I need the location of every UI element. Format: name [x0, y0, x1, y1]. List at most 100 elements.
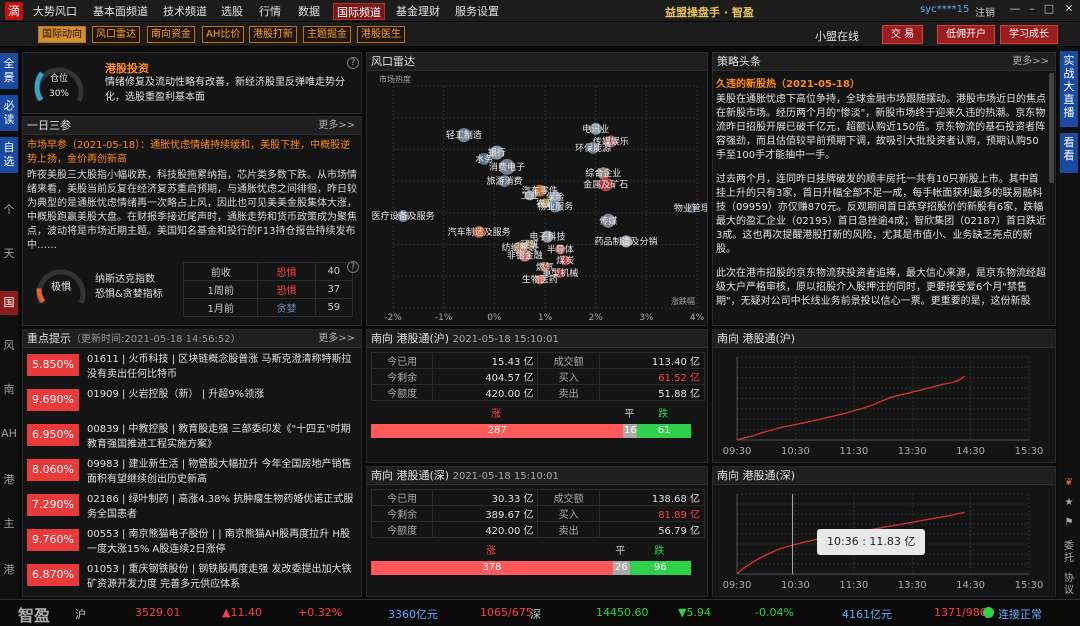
nav-intl[interactable]: 国	[0, 291, 18, 315]
nav-must-read[interactable]: 必读	[0, 95, 18, 131]
up-bar: 378	[371, 561, 613, 575]
menu-item[interactable]: 基金理财	[393, 3, 443, 20]
gauge-value: 30%	[48, 89, 69, 99]
alert-item[interactable]: 8.060% 09983 | 建业新生活 | 物管股大幅拉升 今年全国房地产销售面…	[27, 457, 361, 489]
nav-item[interactable]: 港	[0, 563, 18, 577]
down-label: 跌	[654, 546, 665, 557]
daily-headline[interactable]: 市场早参（2021-05-18）：通胀忧虑情绪持续缓和，美股下挫，中概股逆势上扬…	[27, 139, 359, 167]
cell-label: 今剩余	[370, 368, 434, 385]
sh-amount: 3360亿元	[388, 608, 438, 621]
bubble-label: 传媒	[599, 215, 617, 227]
entrust-button[interactable]: 委托	[1061, 541, 1077, 565]
title-bar: 滴 大势风口 基本面频道 技术频道 选股 行情 数据 国际频道 基金理财 服务设…	[0, 0, 1080, 22]
alert-item[interactable]: 6.870% 01053 | 重庆钢铁股份 | 钢铁股再度走强 发改委提出加大铁矿…	[27, 562, 361, 594]
nav-item[interactable]: 个	[0, 203, 18, 217]
minimize-icon[interactable]: –	[1025, 2, 1039, 16]
menu-item[interactable]: 行情	[256, 3, 284, 20]
menu-item[interactable]: 选股	[218, 3, 246, 20]
tab-radar[interactable]: 风口雷达	[92, 26, 140, 43]
menu-item-active[interactable]: 国际频道	[333, 3, 385, 20]
news-paragraph: 美股在通胀忧虑下高位争持，全球金融市场跟随摆动。港股市场近日的焦点在新股市场。经…	[716, 94, 1046, 161]
cell-label: 买入	[537, 368, 600, 385]
menu-item[interactable]: 服务设置	[452, 3, 502, 20]
menu-item[interactable]: 大势风口	[30, 3, 80, 20]
help-icon[interactable]: ?	[347, 57, 359, 69]
alert-text: 02186 | 绿叶制药 | 高涨4.38% 抗肿瘤生物药婚优诺正式服务全国患者	[87, 494, 354, 520]
maximize-icon[interactable]: □	[1042, 2, 1056, 16]
hk-invest-panel: 仓位 30% 港股投资 情绪修复及流动性略有改善，新经济股里反弹唯走势分化，选股…	[22, 52, 362, 114]
star-icon[interactable]: ★	[1061, 497, 1077, 509]
alerts-header: 重点提示（更新时间:2021-05-18 14:56:52） 更多>>	[23, 330, 361, 348]
hk-invest-title[interactable]: 港股投资	[105, 60, 149, 76]
strategy-header: 策略头条 更多>>	[713, 53, 1055, 71]
connection-status: 连接正常	[998, 608, 1042, 621]
bubble-label: 汽车制造及服务	[448, 226, 511, 238]
menu-item[interactable]: 技术频道	[160, 3, 210, 20]
sh-connect-title: 南向 港股通(沪)	[371, 332, 450, 345]
fear-row-value: 59	[314, 298, 354, 317]
sh-chart-title: 南向 港股通(沪)	[717, 332, 796, 345]
live-stream-button[interactable]: 实战大直播	[1060, 51, 1078, 127]
online-service[interactable]: 小盟在线	[815, 28, 859, 44]
bubble-label: 旅游消费	[486, 175, 522, 187]
more-link[interactable]: 更多>>	[1012, 53, 1049, 71]
radar-chart[interactable]: -2% -1% 0% 1% 2% 3% 4%市场热度涨跌幅轻工制造电讯业传媒娱乐环保能源银行…	[367, 72, 707, 325]
news-title[interactable]: 久违的新股热（2021-05-18）	[716, 78, 1046, 92]
alert-item[interactable]: 9.690% 01909 | 火岩控股（新） | 升超9%领涨	[27, 387, 361, 419]
nav-item[interactable]: 风	[0, 339, 18, 353]
news-body: 美股在通胀忧虑下高位争持，全球金融市场跟随摆动。港股市场近日的焦点在新股市场。经…	[716, 93, 1046, 323]
nav-item[interactable]: 港	[0, 473, 18, 487]
menu-item[interactable]: 基本面频道	[90, 3, 151, 20]
sh-line-chart[interactable]: 09:30 10:30 11:30 13:30 14:30 15:30	[713, 349, 1055, 462]
scrollbar[interactable]	[1049, 73, 1054, 183]
more-link[interactable]: 更多>>	[318, 117, 355, 135]
radar-panel: 风口雷达 -2% -1% 0% 1% 2% 3% 4% 市场热度 涨跌幅 轻工制造 电讯业 传媒娱乐环…	[366, 52, 708, 326]
tab-ipo[interactable]: 港股打新	[249, 26, 297, 43]
nav-item[interactable]: 主	[0, 517, 18, 531]
flag-icon[interactable]: ⚑	[1061, 517, 1077, 529]
x-tick: 3%	[639, 313, 654, 323]
x-tick: -2%	[384, 313, 402, 323]
alert-item[interactable]: 7.290% 02186 | 绿叶制药 | 高涨4.38% 抗肿瘤生物药婚优诺正式…	[27, 492, 361, 524]
more-link[interactable]: 更多>>	[318, 330, 355, 348]
cell-label: 今剩余	[370, 505, 434, 522]
learn-button[interactable]: 学习成长	[1000, 25, 1058, 44]
table-row: 今已用 30.33 亿成交额 138.68 亿	[370, 489, 706, 506]
help-icon[interactable]: ?	[347, 261, 359, 273]
tab-southbound[interactable]: 南向资金	[147, 26, 195, 43]
table-row: 1月前 贪婪 59	[182, 298, 354, 317]
close-icon[interactable]: ✕	[1062, 2, 1076, 16]
protocol-button[interactable]: 协议	[1061, 573, 1077, 597]
fear-table: 前收 恐惧 40 1周前 恐惧 37 1月前 贪婪 59	[182, 262, 354, 317]
nav-watchlist[interactable]: 自选	[0, 137, 18, 173]
trade-button[interactable]: 交 易	[882, 25, 924, 44]
alert-item[interactable]: 9.760% 00553 | 南京熊猫电子股份 | | 南京熊猫AH股再度拉升 H…	[27, 527, 361, 559]
bubble-label: 生物医药	[522, 273, 558, 285]
nav-overview[interactable]: 全景	[0, 53, 18, 89]
sh-index[interactable]: 3529.01	[135, 606, 181, 619]
menu-item[interactable]: 数据	[295, 3, 323, 20]
sz-index[interactable]: 14450.60	[596, 606, 649, 619]
bubble-label: 医疗设备及服务	[372, 210, 435, 222]
menu-icon[interactable]: —	[1008, 2, 1022, 16]
fear-row-label: 1月前	[182, 298, 259, 317]
alert-item[interactable]: 6.950% 00839 | 中教控股 | 教育股走强 三部委印发《"十四五"时期…	[27, 422, 361, 454]
nav-item[interactable]: 南	[0, 383, 18, 397]
watch-button[interactable]: 看看	[1060, 133, 1078, 173]
nav-item[interactable]: 天	[0, 247, 18, 261]
bubble-label: 建筑	[521, 239, 539, 251]
tab-doctor[interactable]: 港股医生	[357, 26, 405, 43]
username[interactable]: syc****15	[920, 4, 969, 15]
flame-icon[interactable]: ❦	[1061, 477, 1077, 489]
fear-title: 纳斯达克指数 恐惧&贪婪指标	[95, 272, 163, 302]
alert-pct: 6.870%	[27, 564, 79, 586]
alert-item[interactable]: 5.850% 01611 | 火币科技 | 区块链概念股普涨 马斯克澄清称特斯拉没…	[27, 352, 361, 384]
bubble-label: 环保能源	[575, 142, 611, 154]
tab-intl-trend[interactable]: 国际动向	[38, 26, 86, 43]
logout-link[interactable]: 注销	[975, 4, 995, 19]
tab-theme[interactable]: 主题掘金	[303, 26, 351, 43]
tab-ah[interactable]: AH比价	[202, 26, 245, 43]
nav-item[interactable]: AH	[0, 427, 18, 441]
bubble-label: 半导体	[547, 243, 574, 255]
open-account-button[interactable]: 低佣开户	[937, 25, 995, 44]
